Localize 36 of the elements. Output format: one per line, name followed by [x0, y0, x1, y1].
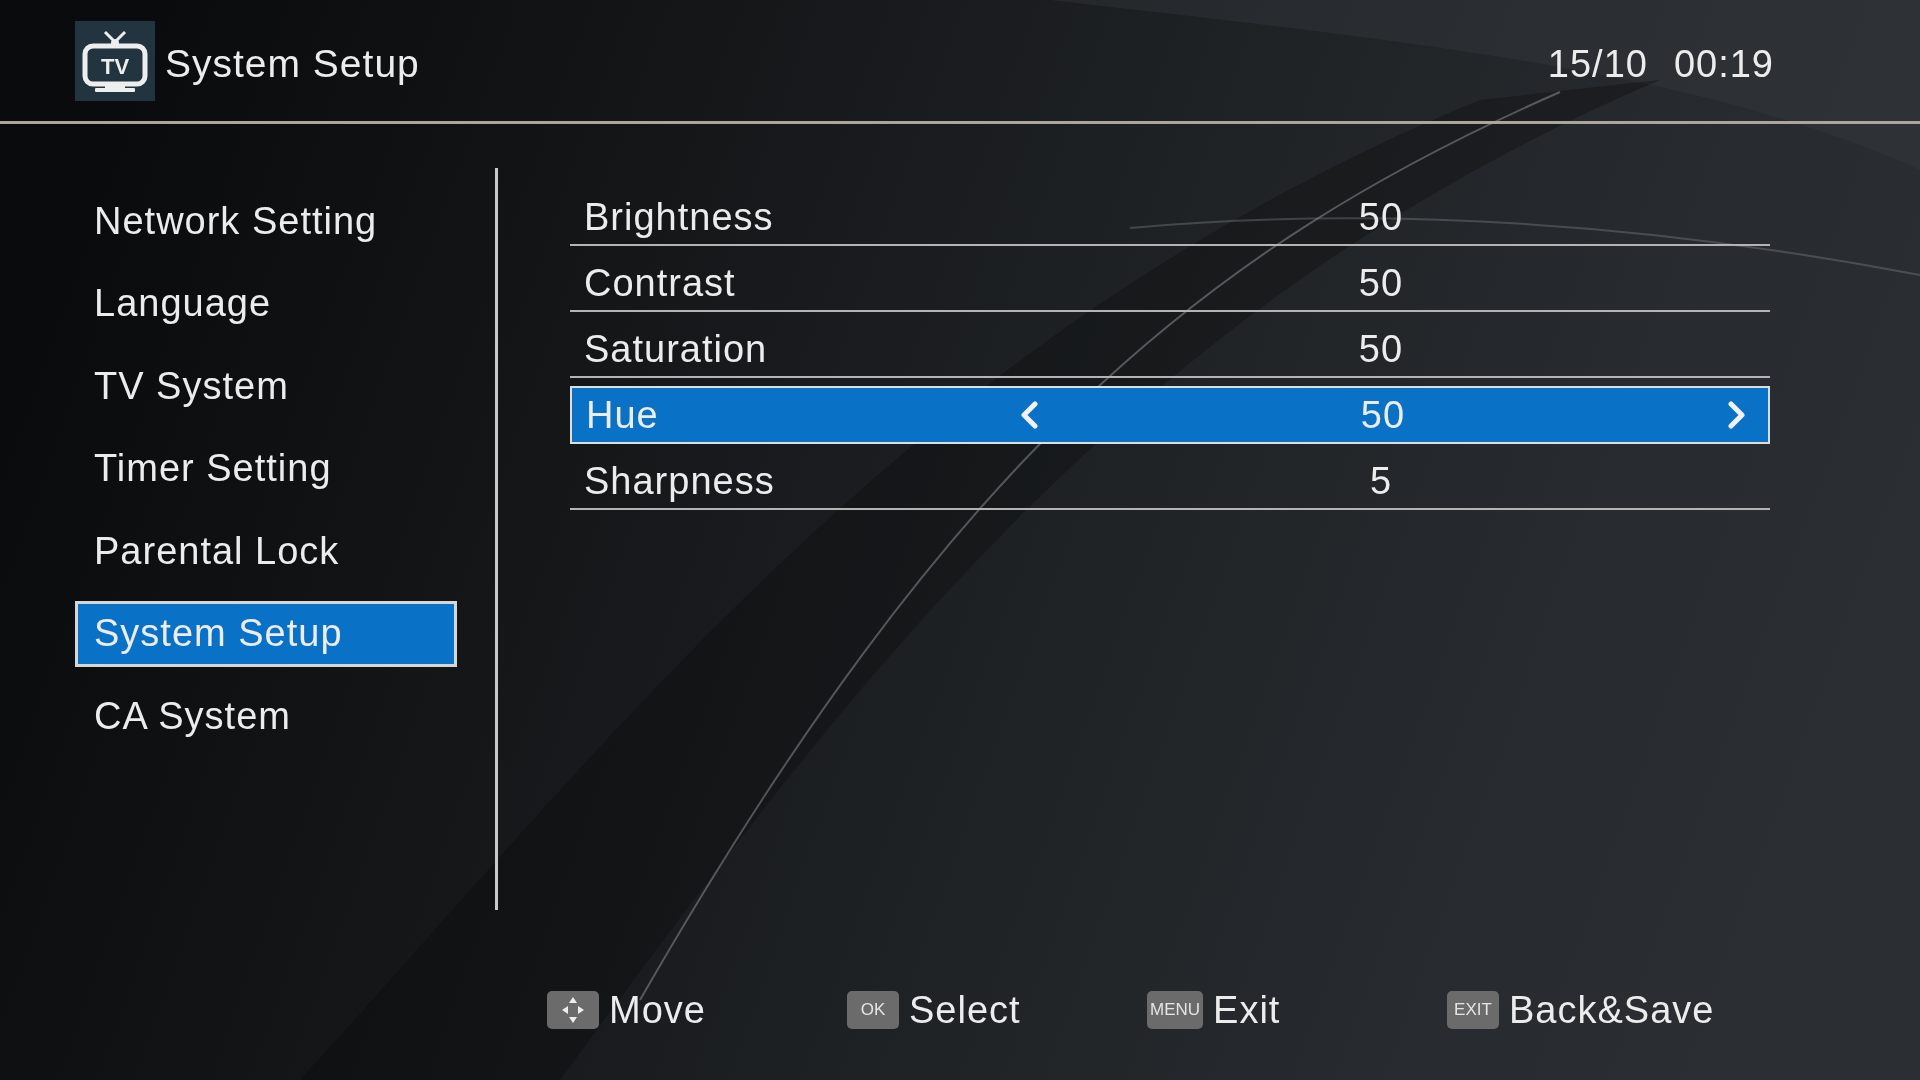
menu-item[interactable]: Parental Lock: [75, 518, 457, 584]
setting-row[interactable]: Hue 50: [570, 386, 1770, 444]
menu-item[interactable]: TV System: [75, 353, 457, 419]
setting-row[interactable]: Sharpness 5: [570, 444, 1770, 510]
menu-item[interactable]: System Setup: [75, 600, 457, 667]
hint-label: Back&Save: [1509, 988, 1715, 1032]
chevron-right-icon[interactable]: [1726, 401, 1748, 429]
date-text: 15/10: [1547, 41, 1648, 87]
menu-item[interactable]: CA System: [75, 683, 457, 749]
hint-label: Move: [609, 988, 706, 1032]
dpad-icon: [547, 991, 599, 1029]
hint-label: Select: [909, 988, 1021, 1032]
setting-row[interactable]: Saturation 50: [570, 312, 1770, 378]
menu-item[interactable]: Network Setting: [75, 188, 457, 254]
setting-label: Saturation: [583, 327, 769, 371]
menu-item[interactable]: Language: [75, 270, 457, 337]
hint-label: Exit: [1213, 988, 1281, 1032]
chevron-left-icon[interactable]: [1018, 401, 1040, 429]
setting-value: 50: [1358, 195, 1404, 239]
setting-value: 5: [1369, 459, 1393, 503]
tv-logo: TV: [75, 20, 155, 101]
setting-value: 50: [1358, 261, 1404, 305]
time-text: 00:19: [1673, 41, 1774, 87]
remote-key: EXIT: [1447, 991, 1499, 1029]
setting-label: Hue: [585, 393, 660, 437]
setting-row[interactable]: Contrast 50: [570, 246, 1770, 312]
screen-title: System Setup: [165, 40, 420, 87]
setting-label: Brightness: [583, 195, 775, 239]
remote-key: MENU: [1147, 991, 1204, 1029]
setting-value: 50: [1360, 393, 1406, 437]
setting-row[interactable]: Brightness 50: [570, 180, 1770, 246]
setting-value: 50: [1358, 327, 1404, 371]
setting-label: Sharpness: [583, 459, 776, 503]
setting-label: Contrast: [583, 261, 737, 305]
menu-item[interactable]: Timer Setting: [75, 435, 457, 502]
remote-key: OK: [847, 991, 899, 1029]
